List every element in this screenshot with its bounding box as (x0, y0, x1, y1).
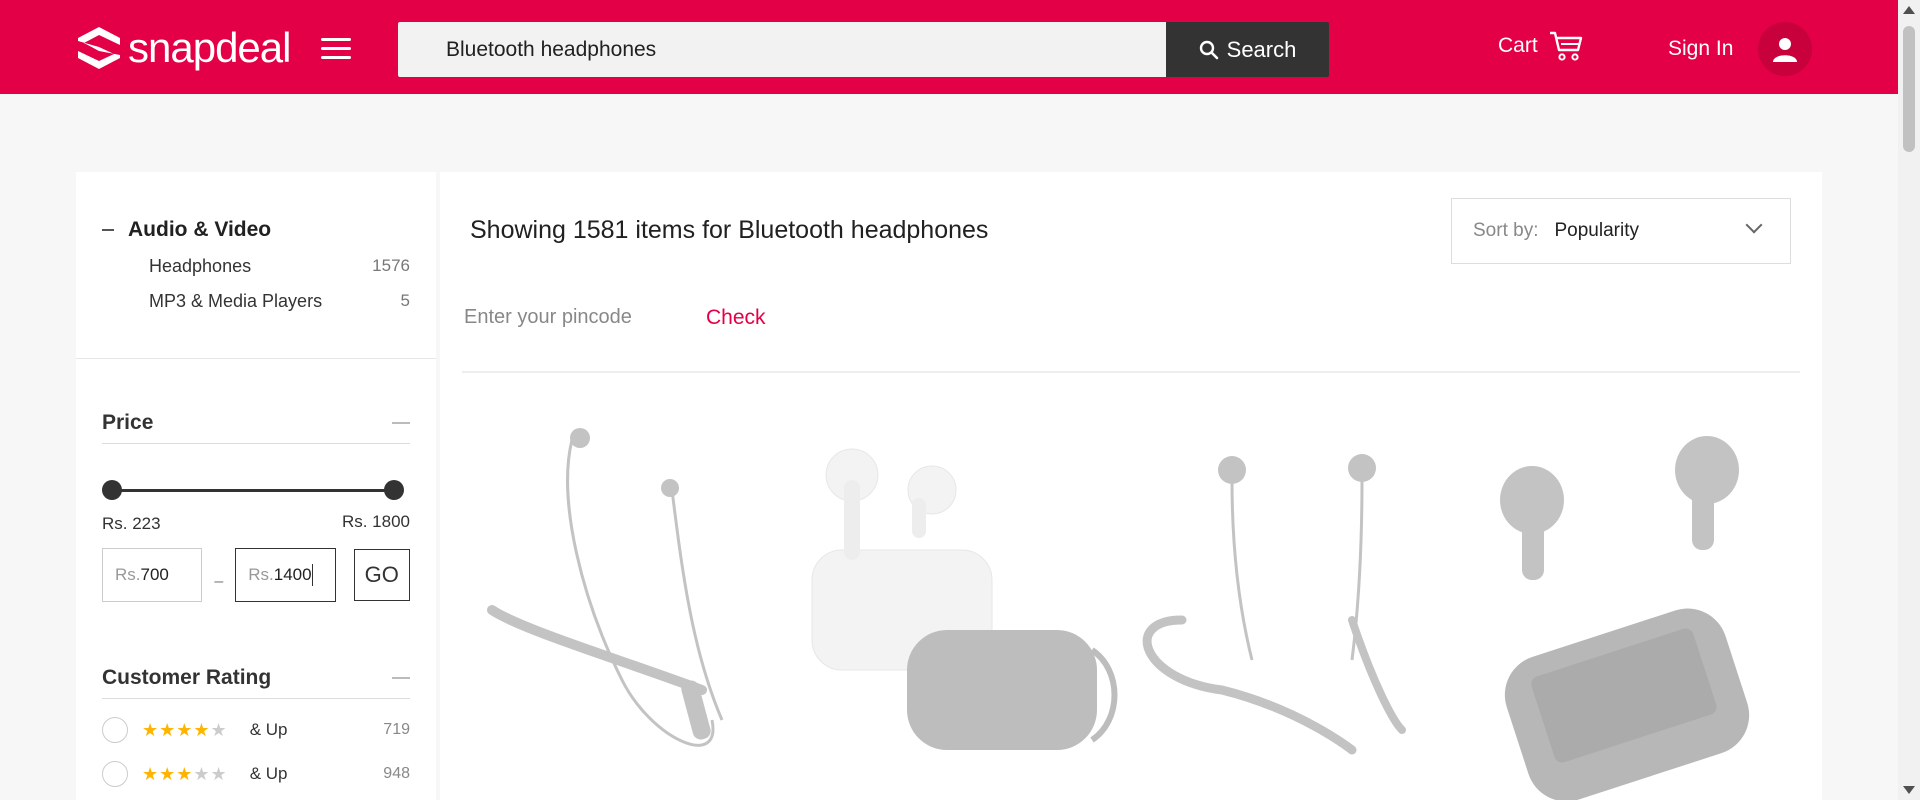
chevron-down-icon (1745, 216, 1763, 234)
cart-label: Cart (1498, 34, 1538, 57)
snapdeal-logo-icon (78, 27, 120, 69)
search-button[interactable]: Search (1166, 22, 1329, 77)
slider-track (112, 489, 396, 492)
sort-dropdown[interactable]: Sort by: Popularity (1451, 198, 1791, 264)
product-image-earbuds-case[interactable] (792, 420, 1122, 800)
text-cursor (311, 564, 313, 586)
scroll-thumb[interactable] (1903, 26, 1915, 152)
filter-sidebar: Audio & Video Headphones 1576 MP3 & Medi… (76, 172, 436, 800)
category-item-mp3-players[interactable]: MP3 & Media Players 5 (149, 291, 410, 312)
price-go-button[interactable]: GO (353, 549, 410, 601)
product-image-neckband-2[interactable] (1122, 420, 1452, 800)
divider (462, 371, 1800, 373)
slider-max-handle[interactable] (384, 480, 404, 500)
category-item-label: MP3 & Media Players (149, 291, 323, 311)
sort-value: Popularity (1554, 220, 1639, 241)
price-min-label: Rs. 223 (102, 514, 161, 533)
rating-label: & Up (249, 764, 288, 783)
cart-icon (1549, 31, 1582, 61)
pincode-input[interactable] (464, 306, 684, 329)
rating-option-3[interactable]: ★★★★★ & Up 948 (102, 761, 410, 787)
range-dash: – (214, 573, 224, 590)
sort-label: Sort by: (1473, 220, 1539, 241)
page-scrollbar[interactable] (1898, 0, 1920, 800)
user-icon (1773, 38, 1797, 62)
cart-link[interactable]: Cart (1498, 30, 1584, 62)
menu-icon[interactable] (321, 38, 351, 60)
price-filter-header[interactable]: Price (102, 411, 410, 444)
pincode-check-button[interactable]: Check (706, 306, 766, 330)
results-panel: Showing 1581 items for Bluetooth headpho… (440, 172, 1822, 800)
rating-label: & Up (249, 720, 288, 739)
price-range-slider[interactable] (102, 480, 410, 500)
search-button-label: Search (1226, 36, 1297, 62)
rating-filter-header[interactable]: Customer Rating (102, 666, 410, 699)
category-title-label: Audio & Video (128, 218, 272, 241)
slider-min-handle[interactable] (102, 480, 122, 500)
price-inputs: Rs. 700 – Rs. 1400 GO (102, 548, 410, 602)
user-avatar[interactable] (1758, 22, 1812, 76)
currency-prefix: Rs. (115, 565, 141, 584)
star-rating-icon: ★★★★★ (142, 719, 228, 740)
search-input[interactable] (398, 22, 1166, 77)
price-filter-title: Price (102, 411, 154, 434)
category-item-headphones[interactable]: Headphones 1576 (149, 256, 410, 277)
scroll-down-arrow-icon[interactable] (1903, 786, 1915, 794)
radio-button[interactable] (102, 761, 128, 787)
product-image-tws-display[interactable] (1452, 420, 1782, 800)
sign-in-link[interactable]: Sign In (1668, 37, 1733, 61)
rating-count: 719 (383, 721, 410, 738)
star-rating-icon: ★★★★★ (142, 763, 228, 784)
logo-text: snapdeal (128, 24, 291, 71)
results-count-heading: Showing 1581 items for Bluetooth headpho… (470, 216, 989, 244)
scroll-up-arrow-icon[interactable] (1903, 6, 1915, 14)
collapse-icon[interactable] (392, 422, 410, 424)
category-item-count: 5 (400, 291, 410, 310)
category-item-label: Headphones (149, 256, 252, 276)
rating-count: 948 (383, 765, 410, 782)
search-icon (1199, 40, 1218, 59)
min-price-field[interactable]: Rs. 700 (102, 548, 203, 602)
rating-option-4[interactable]: ★★★★★ & Up 719 (102, 717, 410, 743)
currency-prefix: Rs. (248, 565, 274, 584)
max-price-value: 1400 (273, 565, 312, 584)
category-filter: Audio & Video Headphones 1576 MP3 & Medi… (76, 172, 436, 359)
price-range-labels: Rs. 223 Rs. 1800 (102, 512, 410, 534)
product-image-neckband[interactable] (462, 420, 792, 800)
snapdeal-logo[interactable]: snapdeal (76, 24, 291, 72)
max-price-field[interactable]: Rs. 1400 (235, 548, 336, 602)
top-header: snapdeal Search Cart Sign In (0, 0, 1898, 94)
min-price-value: 700 (140, 565, 169, 584)
category-item-count: 1576 (372, 256, 410, 275)
category-title[interactable]: Audio & Video (102, 218, 410, 242)
rating-filter-title: Customer Rating (102, 666, 272, 689)
collapse-icon[interactable] (392, 677, 410, 679)
price-max-label: Rs. 1800 (341, 512, 410, 531)
minus-icon (102, 229, 114, 231)
product-grid (462, 420, 1800, 800)
radio-button[interactable] (102, 717, 128, 743)
